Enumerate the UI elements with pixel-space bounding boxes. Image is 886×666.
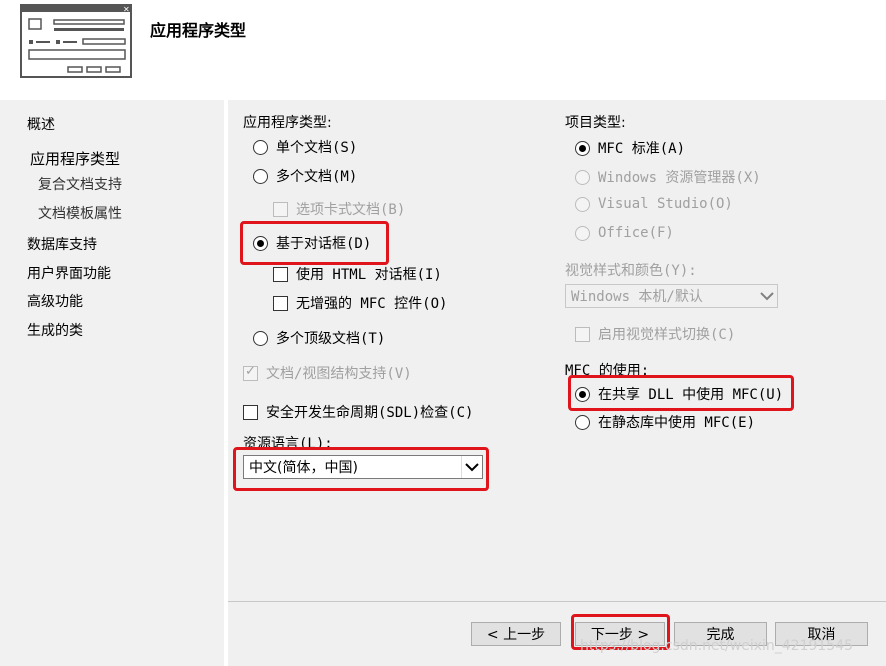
- doc-view-checkbox[interactable]: 文档/视图结构支持(V): [243, 363, 412, 383]
- watermark-text: https://blog.csdn.net/weixin_42191545: [580, 638, 854, 654]
- radio-icon: [575, 414, 590, 430]
- checkbox-icon: [575, 326, 590, 342]
- radio-icon: [575, 225, 590, 241]
- checkbox-icon: [273, 266, 288, 282]
- prev-button[interactable]: < 上一步: [471, 622, 561, 646]
- visual-style-select[interactable]: Windows 本机/默认: [565, 284, 778, 308]
- nav-item-doc-template[interactable]: 文档模板属性: [38, 203, 122, 223]
- radio-checked-icon: [575, 140, 590, 156]
- visual-studio-radio[interactable]: Visual Studio(O): [575, 196, 733, 212]
- radio-icon: [575, 196, 590, 212]
- tabbed-docs-checkbox[interactable]: 选项卡式文档(B): [273, 199, 405, 219]
- mfc-use-label: MFC 的使用:: [565, 363, 650, 379]
- checkbox-icon: [243, 404, 258, 420]
- nav-item-generated-classes[interactable]: 生成的类: [27, 320, 83, 340]
- app-type-label: 应用程序类型:: [243, 115, 332, 131]
- multi-doc-radio[interactable]: 多个文档(M): [253, 166, 357, 186]
- wizard-nav: 概述 应用程序类型 复合文档支持 文档模板属性 数据库支持 用户界面功能 高级功…: [0, 100, 224, 666]
- radio-icon: [253, 330, 268, 346]
- nav-item-overview[interactable]: 概述: [27, 114, 55, 134]
- main-panel: 应用程序类型: 单个文档(S) 多个文档(M) 选项卡式文档(B) 基于对话框(…: [228, 100, 886, 601]
- dialog-wizard-icon: ✕: [20, 4, 132, 78]
- button-bar: < 上一步 下一步 > 完成 取消: [228, 601, 886, 666]
- nav-item-app-type[interactable]: 应用程序类型: [30, 148, 120, 169]
- visual-style-toggle-checkbox[interactable]: 启用视觉样式切换(C): [575, 324, 735, 344]
- resource-lang-select[interactable]: 中文(简体，中国): [243, 455, 483, 479]
- radio-icon: [575, 169, 590, 185]
- office-radio[interactable]: Office(F): [575, 225, 674, 241]
- svg-text:✕: ✕: [123, 5, 130, 14]
- nav-item-compound-doc[interactable]: 复合文档支持: [38, 174, 122, 194]
- chevron-down-icon: [461, 456, 482, 478]
- nav-item-ui-features[interactable]: 用户界面功能: [27, 263, 111, 283]
- checkbox-checked-icon: [243, 364, 258, 381]
- project-type-label: 项目类型:: [565, 115, 626, 131]
- dialog-based-radio[interactable]: 基于对话框(D): [253, 233, 371, 253]
- sdl-checkbox[interactable]: 安全开发生命周期(SDL)检查(C): [243, 402, 473, 422]
- radio-icon: [253, 139, 268, 155]
- use-html-dialog-checkbox[interactable]: 使用 HTML 对话框(I): [273, 264, 442, 284]
- no-enhanced-mfc-checkbox[interactable]: 无增强的 MFC 控件(O): [273, 293, 447, 313]
- radio-checked-icon: [253, 235, 268, 251]
- radio-checked-icon: [575, 386, 590, 402]
- single-doc-radio[interactable]: 单个文档(S): [253, 137, 357, 157]
- resource-lang-label: 资源语言(L):: [243, 436, 333, 452]
- wizard-header: ✕ 应用程序类型: [0, 0, 886, 100]
- page-title: 应用程序类型: [150, 21, 247, 40]
- nav-item-database[interactable]: 数据库支持: [27, 234, 97, 254]
- radio-icon: [253, 168, 268, 184]
- shared-dll-radio[interactable]: 在共享 DLL 中使用 MFC(U): [575, 384, 783, 404]
- static-lib-radio[interactable]: 在静态库中使用 MFC(E): [575, 412, 755, 432]
- chevron-down-icon: [757, 285, 777, 307]
- nav-item-advanced[interactable]: 高级功能: [27, 291, 83, 311]
- windows-explorer-radio[interactable]: Windows 资源管理器(X): [575, 167, 761, 187]
- checkbox-icon: [273, 295, 288, 311]
- mfc-standard-radio[interactable]: MFC 标准(A): [575, 138, 685, 158]
- checkbox-icon: [273, 201, 288, 217]
- visual-style-label: 视觉样式和颜色(Y):: [565, 263, 697, 279]
- multi-top-level-radio[interactable]: 多个顶级文档(T): [253, 328, 385, 348]
